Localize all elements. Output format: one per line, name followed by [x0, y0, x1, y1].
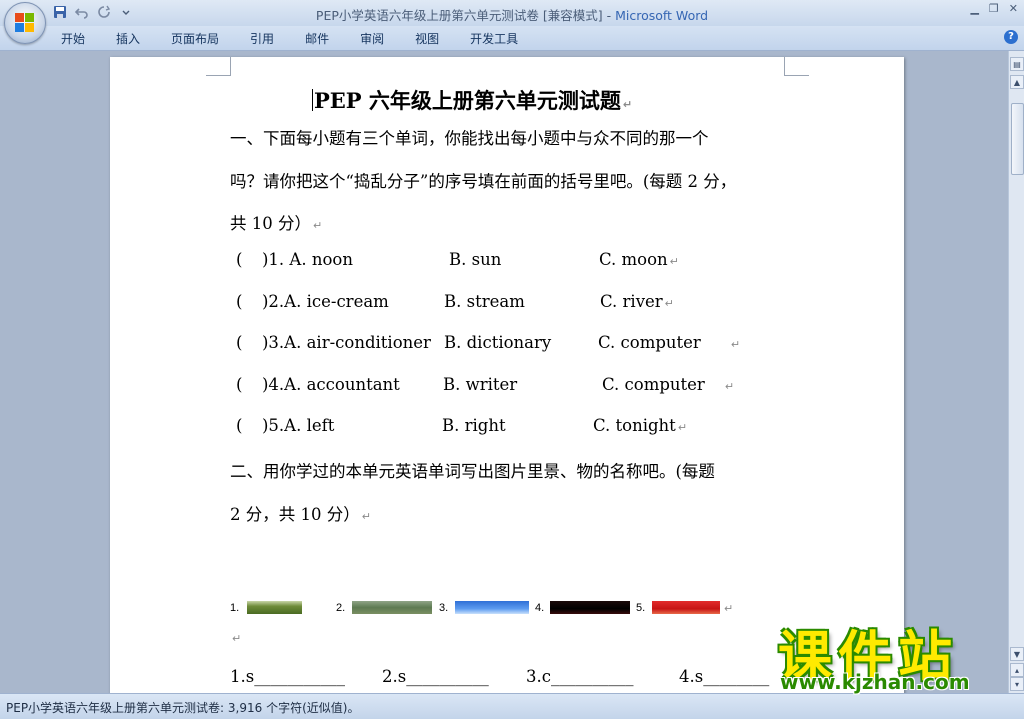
- picture-1-trees: [247, 601, 302, 614]
- option-c: C. computer ↵: [598, 333, 741, 352]
- option-a: )5.A. left: [262, 416, 335, 435]
- previous-page-icon[interactable]: ▴: [1010, 663, 1024, 677]
- status-text: PEP小学英语六年级上册第六单元测试卷: 3,916 个字符(近似值)。: [6, 701, 360, 715]
- answer-bracket: (: [236, 292, 243, 311]
- tab-view[interactable]: 视图: [404, 30, 450, 47]
- save-icon[interactable]: [52, 4, 68, 20]
- help-icon[interactable]: ?: [1004, 30, 1018, 44]
- minimize-icon[interactable]: ▁: [970, 2, 978, 15]
- option-b: B. writer: [443, 375, 518, 394]
- section1-line3: 共 10 分） ↵: [230, 214, 323, 233]
- app-name: Microsoft Word: [615, 8, 709, 23]
- answer-blank-2[interactable]: 2.s__________: [382, 667, 489, 686]
- office-button[interactable]: [4, 2, 46, 44]
- scroll-thumb[interactable]: [1011, 103, 1024, 175]
- close-icon[interactable]: ✕: [1009, 2, 1018, 15]
- picture-3-sky: [455, 601, 529, 614]
- picture-label-1: 1.: [230, 602, 240, 614]
- ruler-toggle-icon[interactable]: ▤: [1010, 57, 1024, 71]
- quick-access-toolbar: [52, 4, 134, 20]
- tab-mailings[interactable]: 邮件: [294, 30, 340, 47]
- document-workspace: PEP 六年级上册第六单元测试题 ↵ 一、下面每小题有三个单词，你能找出每小题中与…: [0, 51, 1008, 693]
- picture-4-dark: [550, 601, 630, 614]
- option-b: B. right: [442, 416, 506, 435]
- option-c: C. tonight ↵: [593, 416, 688, 435]
- customize-icon[interactable]: [118, 4, 134, 20]
- section2-line1: 二、用你学过的本单元英语单词写出图片里景、物的名称吧。(每题: [230, 462, 715, 481]
- status-bar: PEP小学英语六年级上册第六单元测试卷: 3,916 个字符(近似值)。: [0, 693, 1024, 719]
- picture-5-red: [652, 601, 720, 614]
- redo-icon[interactable]: [96, 4, 112, 20]
- answer-blank-3[interactable]: 3.c__________: [526, 667, 633, 686]
- answer-bracket: (: [236, 333, 243, 352]
- margin-corner-right: [784, 57, 809, 76]
- text-cursor: [312, 89, 313, 111]
- next-page-icon[interactable]: ▾: [1010, 677, 1024, 691]
- option-b: B. sun: [449, 250, 502, 269]
- tab-home[interactable]: 开始: [50, 30, 96, 47]
- restore-icon[interactable]: ❐: [989, 2, 999, 15]
- ribbon-tabs-bar: 开始 插入 页面布局 引用 邮件 审阅 视图 开发工具 ?: [0, 26, 1024, 51]
- option-c: C. moon ↵: [599, 250, 679, 269]
- document-title: PEP 六年级上册第六单元测试题 ↵: [312, 88, 633, 113]
- scroll-down-icon[interactable]: ▼: [1010, 647, 1024, 661]
- window-controls: ▁ ❐ ✕: [970, 2, 1018, 15]
- answer-blank-4[interactable]: 4.s________: [679, 667, 769, 686]
- watermark-url: www.kjzhan.com: [780, 670, 970, 694]
- picture-label-3: 3.: [439, 602, 449, 614]
- undo-icon[interactable]: [74, 4, 90, 20]
- answer-bracket: (: [236, 416, 243, 435]
- option-c: C. river ↵: [600, 292, 674, 311]
- answer-blank-1[interactable]: 1.s___________: [230, 667, 345, 686]
- option-b: B. stream: [444, 292, 525, 311]
- picture-label-5: 5.: [636, 602, 646, 614]
- watermark-logo: 课件站 www.kjzhan.com: [778, 612, 1008, 694]
- option-a: )2.A. ice-cream: [262, 292, 389, 311]
- margin-corner-left: [206, 57, 231, 76]
- tab-review[interactable]: 审阅: [349, 30, 395, 47]
- option-c: C. computer ↵: [602, 375, 735, 394]
- tab-insert[interactable]: 插入: [105, 30, 151, 47]
- vertical-scrollbar[interactable]: ▤ ▲ ▼ ▴ ▾: [1008, 51, 1024, 693]
- ribbon-tabs: 开始 插入 页面布局 引用 邮件 审阅 视图 开发工具: [50, 30, 538, 47]
- section2-line2: 2 分，共 10 分） ↵: [230, 505, 371, 524]
- scroll-up-icon[interactable]: ▲: [1010, 75, 1024, 89]
- answer-bracket: (: [236, 375, 243, 394]
- answer-bracket: (: [236, 250, 243, 269]
- option-a: )3.A. air-conditioner: [262, 333, 431, 352]
- picture-2-stream: [352, 601, 432, 614]
- window-title: PEP小学英语六年级上册第六单元测试卷 [兼容模式] - Microsoft W…: [0, 5, 1024, 24]
- document-page[interactable]: PEP 六年级上册第六单元测试题 ↵ 一、下面每小题有三个单词，你能找出每小题中与…: [110, 57, 904, 693]
- section1-line1: 一、下面每小题有三个单词，你能找出每小题中与众不同的那一个: [230, 129, 709, 148]
- tab-page-layout[interactable]: 页面布局: [160, 30, 230, 47]
- picture-label-4: 4.: [535, 602, 545, 614]
- title-bar: PEP小学英语六年级上册第六单元测试卷 [兼容模式] - Microsoft W…: [0, 0, 1024, 26]
- tab-developer[interactable]: 开发工具: [459, 30, 529, 47]
- option-a: )1. A. noon: [262, 250, 353, 269]
- option-a: )4.A. accountant: [262, 375, 400, 394]
- office-logo-icon: [15, 13, 35, 33]
- option-b: B. dictionary: [444, 333, 552, 352]
- picture-label-2: 2.: [336, 602, 346, 614]
- tab-references[interactable]: 引用: [239, 30, 285, 47]
- section1-line2: 吗？请你把这个“捣乱分子”的序号填在前面的括号里吧。(每题 2 分，: [230, 172, 737, 191]
- document-name: PEP小学英语六年级上册第六单元测试卷 [兼容模式] -: [315, 8, 616, 23]
